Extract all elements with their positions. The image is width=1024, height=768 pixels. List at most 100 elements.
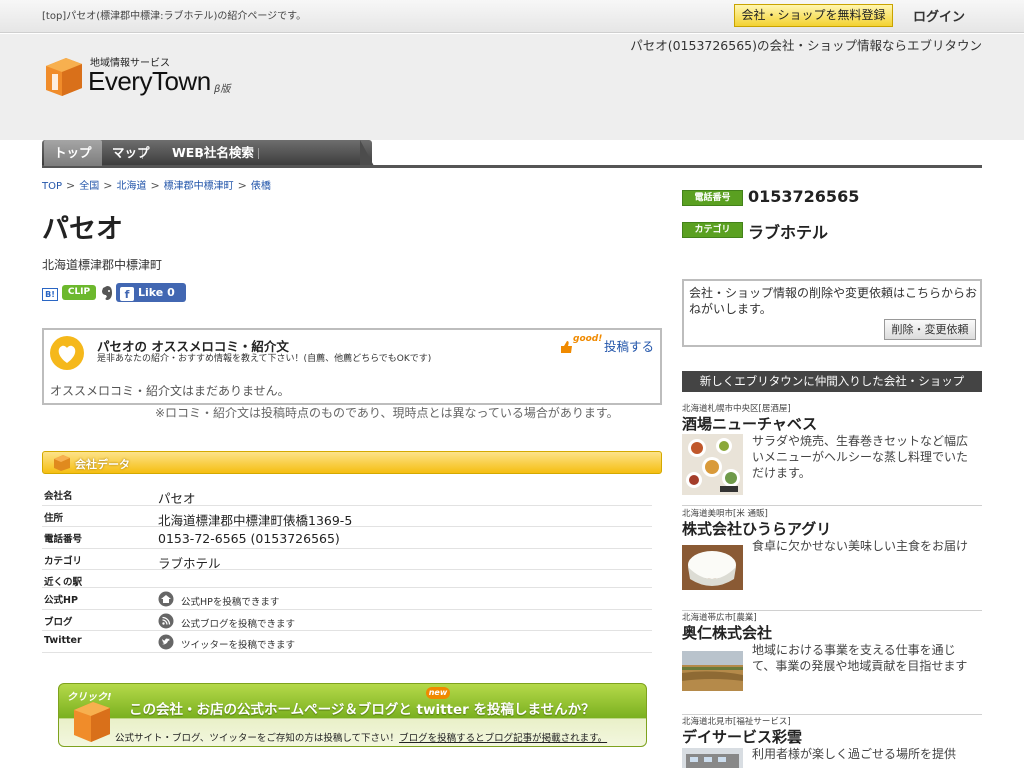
row-key: Twitter (44, 635, 82, 646)
list-item[interactable]: 北海道北見市[福祉サービス] デイサービス彩雲 利用者様が楽しく過ごせる場所を提… (682, 715, 982, 768)
change-request-box: 会社・ショップ情報の削除や変更依頼はこちらからおねがいします。 削除・変更依頼 (682, 279, 982, 347)
nav-tab-web-search[interactable]: WEB社名検索 (172, 140, 254, 166)
company-name[interactable]: 株式会社ひうらアグリ (682, 518, 831, 539)
no-review-text: オススメロコミ・紹介文はまだありません。 (50, 384, 290, 398)
table-row: カテゴリ ラブホテル (42, 549, 652, 571)
row-value: パセオ (158, 491, 196, 506)
post-homepage-banner[interactable]: クリック! new この会社・お店の公式ホームページ＆ブログと twitter … (58, 683, 647, 747)
evernote-icon[interactable] (99, 285, 115, 301)
phone-label: 電話番号 (682, 190, 743, 206)
company-description: サラダや焼売、生春巻きセットなど幅広いメニューがヘルシーな蒸し料理でいただけます… (752, 434, 969, 480)
review-description: 是非あなたの紹介・おすすめ情報を教えて下さい！(自薦、他薦どちらでもOKです) (97, 354, 432, 364)
row-key: 住所 (44, 512, 64, 524)
company-description: 利用者様が楽しく過ごせる場所を提供 (752, 747, 957, 761)
company-description: 地域における事業を支える仕事を通じて、事業の発展や地域貢献を目指せます (752, 643, 968, 673)
breadcrumb-item-area[interactable]: 俵橋 (251, 181, 271, 192)
logo-beta-badge: β版 (214, 84, 231, 95)
table-row: 近くの駅 (42, 570, 652, 588)
post-homepage-link[interactable]: 公式HPを投稿できます (181, 594, 279, 608)
company-data-title: 会社データ (75, 458, 130, 471)
header: パセオ(0153726565)の会社・ショップ情報ならエブリタウン 地域情報サー… (0, 34, 1024, 140)
field-photo-image (682, 651, 743, 691)
breadcrumb-arrow-icon: > (237, 179, 247, 192)
site-logo[interactable]: 地域情報サービス EveryTown β版 (44, 54, 244, 104)
top-bar: [top]パセオ(標津郡中標津:ラブホテル)の紹介ページです。 会社・ショップを… (0, 0, 1024, 33)
row-value: 北海道標津郡中標津町俵橋1369-5 (158, 512, 353, 528)
hatena-bookmark-icon[interactable]: B! (42, 288, 58, 301)
company-data-header: 会社データ (42, 451, 662, 474)
row-value: 0153-72-6565 (0153726565) (158, 531, 340, 546)
row-key: 公式HP (44, 595, 78, 606)
site-tagline: [top]パセオ(標津郡中標津:ラブホテル)の紹介ページです。 (42, 11, 307, 22)
page-address: 北海道標津郡中標津町 (42, 258, 163, 272)
register-button[interactable]: 会社・ショップを無料登録 (734, 4, 893, 27)
list-item[interactable]: 北海道美唄市[米 通販] 株式会社ひうらアグリ 食卓に欠かせない美味しい主食をお… (682, 507, 982, 611)
row-value: ラブホテル (158, 555, 221, 571)
logo-box-icon (46, 58, 82, 96)
review-note: ※ロコミ・紹介文は投稿時点のものであり、現時点とは異なっている場合があります。 (155, 406, 619, 420)
banner-subtext: 公式サイト・ブログ、ツイッターをご存知の方は投稿して下さい！ブログを投稿するとブ… (115, 730, 607, 744)
clip-button[interactable]: CLIP (62, 285, 96, 300)
facebook-icon: f (120, 287, 134, 301)
breadcrumb-item-nationwide[interactable]: 全国 (79, 181, 99, 192)
table-row: ブログ 公式ブログを投稿できます (42, 610, 652, 631)
table-row: 公式HP 公式HPを投稿できます (42, 588, 652, 610)
review-box: パセオの オススメロコミ・紹介文 是非あなたの紹介・おすすめ情報を教えて下さい！… (42, 328, 662, 405)
category-value[interactable]: ラブホテル (748, 219, 828, 243)
good-thumb-icon: good! (559, 334, 603, 354)
row-key: ブログ (44, 616, 73, 628)
banner-sub-text: 公式サイト・ブログ、ツイッターをご存知の方は投稿して下さい！ (115, 733, 400, 744)
company-description: 食卓に欠かせない美味しい主食をお届け (752, 539, 969, 553)
nav-tab-top[interactable]: トップ (44, 140, 102, 166)
login-link[interactable]: ログイン (913, 6, 965, 25)
company-data-table: 会社名 パセオ 住所 北海道標津郡中標津町俵橋1369-5 電話番号 0153-… (42, 484, 652, 653)
row-key: 近くの駅 (44, 577, 83, 588)
header-description: パセオ(0153726565)の会社・ショップ情報ならエブリタウン (630, 38, 982, 53)
food-photo-image (682, 434, 743, 495)
main-nav: トップ マップ WEB社名検索 (42, 140, 982, 168)
list-item[interactable]: 北海道帯広市[農業] 奥仁株式会社 地域における事業を支える仕事を通じて、事業の… (682, 611, 982, 715)
post-blog-link[interactable]: 公式ブログを投稿できます (181, 616, 295, 630)
list-item[interactable]: 北海道札幌市中央区[居酒屋] 酒場ニューチャベス サラダや焼売、生春巻きセットな… (682, 402, 982, 506)
good-label: good! (573, 334, 603, 344)
phone-value: 0153726565 (748, 187, 860, 206)
row-key: カテゴリ (44, 555, 83, 567)
breadcrumb-item-hokkaido[interactable]: 北海道 (116, 181, 146, 192)
new-companies-header: 新しくエブリタウンに仲間入りした会社・ショップ (682, 371, 982, 392)
table-row: Twitter ツイッターを投稿できます (42, 631, 652, 653)
post-twitter-link[interactable]: ツイッターを投稿できます (181, 637, 295, 651)
table-row: 住所 北海道標津郡中標津町俵橋1369-5 (42, 506, 652, 528)
company-name[interactable]: デイサービス彩雲 (682, 726, 802, 747)
box-icon (54, 455, 70, 471)
heart-review-icon (50, 336, 84, 370)
building-photo-image (682, 748, 743, 768)
page-title: パセオ (42, 214, 123, 245)
category-label: カテゴリ (682, 222, 743, 238)
breadcrumb-arrow-icon: > (150, 179, 160, 192)
twitter-icon (158, 634, 174, 650)
company-name[interactable]: 酒場ニューチャベス (682, 413, 817, 434)
home-icon (158, 591, 174, 607)
breadcrumb: TOP > 全国 > 北海道 > 標津郡中標津町 > 俵橋 (42, 177, 271, 192)
company-name[interactable]: 奥仁株式会社 (682, 622, 772, 643)
facebook-like-label: Like 0 (138, 286, 175, 299)
change-request-text: 会社・ショップ情報の削除や変更依頼はこちらからおねがいします。 (689, 286, 978, 316)
banner-box-icon (74, 702, 110, 742)
breadcrumb-arrow-icon: > (66, 179, 76, 192)
banner-blog-link[interactable]: ブログを投稿するとブログ記事が掲載されます。 (399, 733, 607, 744)
post-review-link[interactable]: 投稿する (604, 336, 654, 355)
nav-tab-map[interactable]: マップ (112, 140, 150, 166)
row-key: 電話番号 (44, 534, 83, 545)
breadcrumb-item-top[interactable]: TOP (42, 181, 62, 192)
nav-bar-tail (360, 140, 374, 166)
change-request-button[interactable]: 削除・変更依頼 (884, 319, 976, 340)
row-key: 会社名 (44, 491, 73, 502)
table-row: 電話番号 0153-72-6565 (0153726565) (42, 527, 652, 549)
table-row: 会社名 パセオ (42, 484, 652, 506)
nav-separator (258, 148, 259, 159)
logo-wordmark: EveryTown (88, 66, 211, 96)
breadcrumb-item-town[interactable]: 標津郡中標津町 (164, 181, 234, 192)
facebook-like-button[interactable]: f Like 0 (116, 283, 186, 302)
breadcrumb-arrow-icon: > (103, 179, 113, 192)
banner-headline: この会社・お店の公式ホームページ＆ブログと twitter を投稿しませんか？ (129, 702, 595, 718)
